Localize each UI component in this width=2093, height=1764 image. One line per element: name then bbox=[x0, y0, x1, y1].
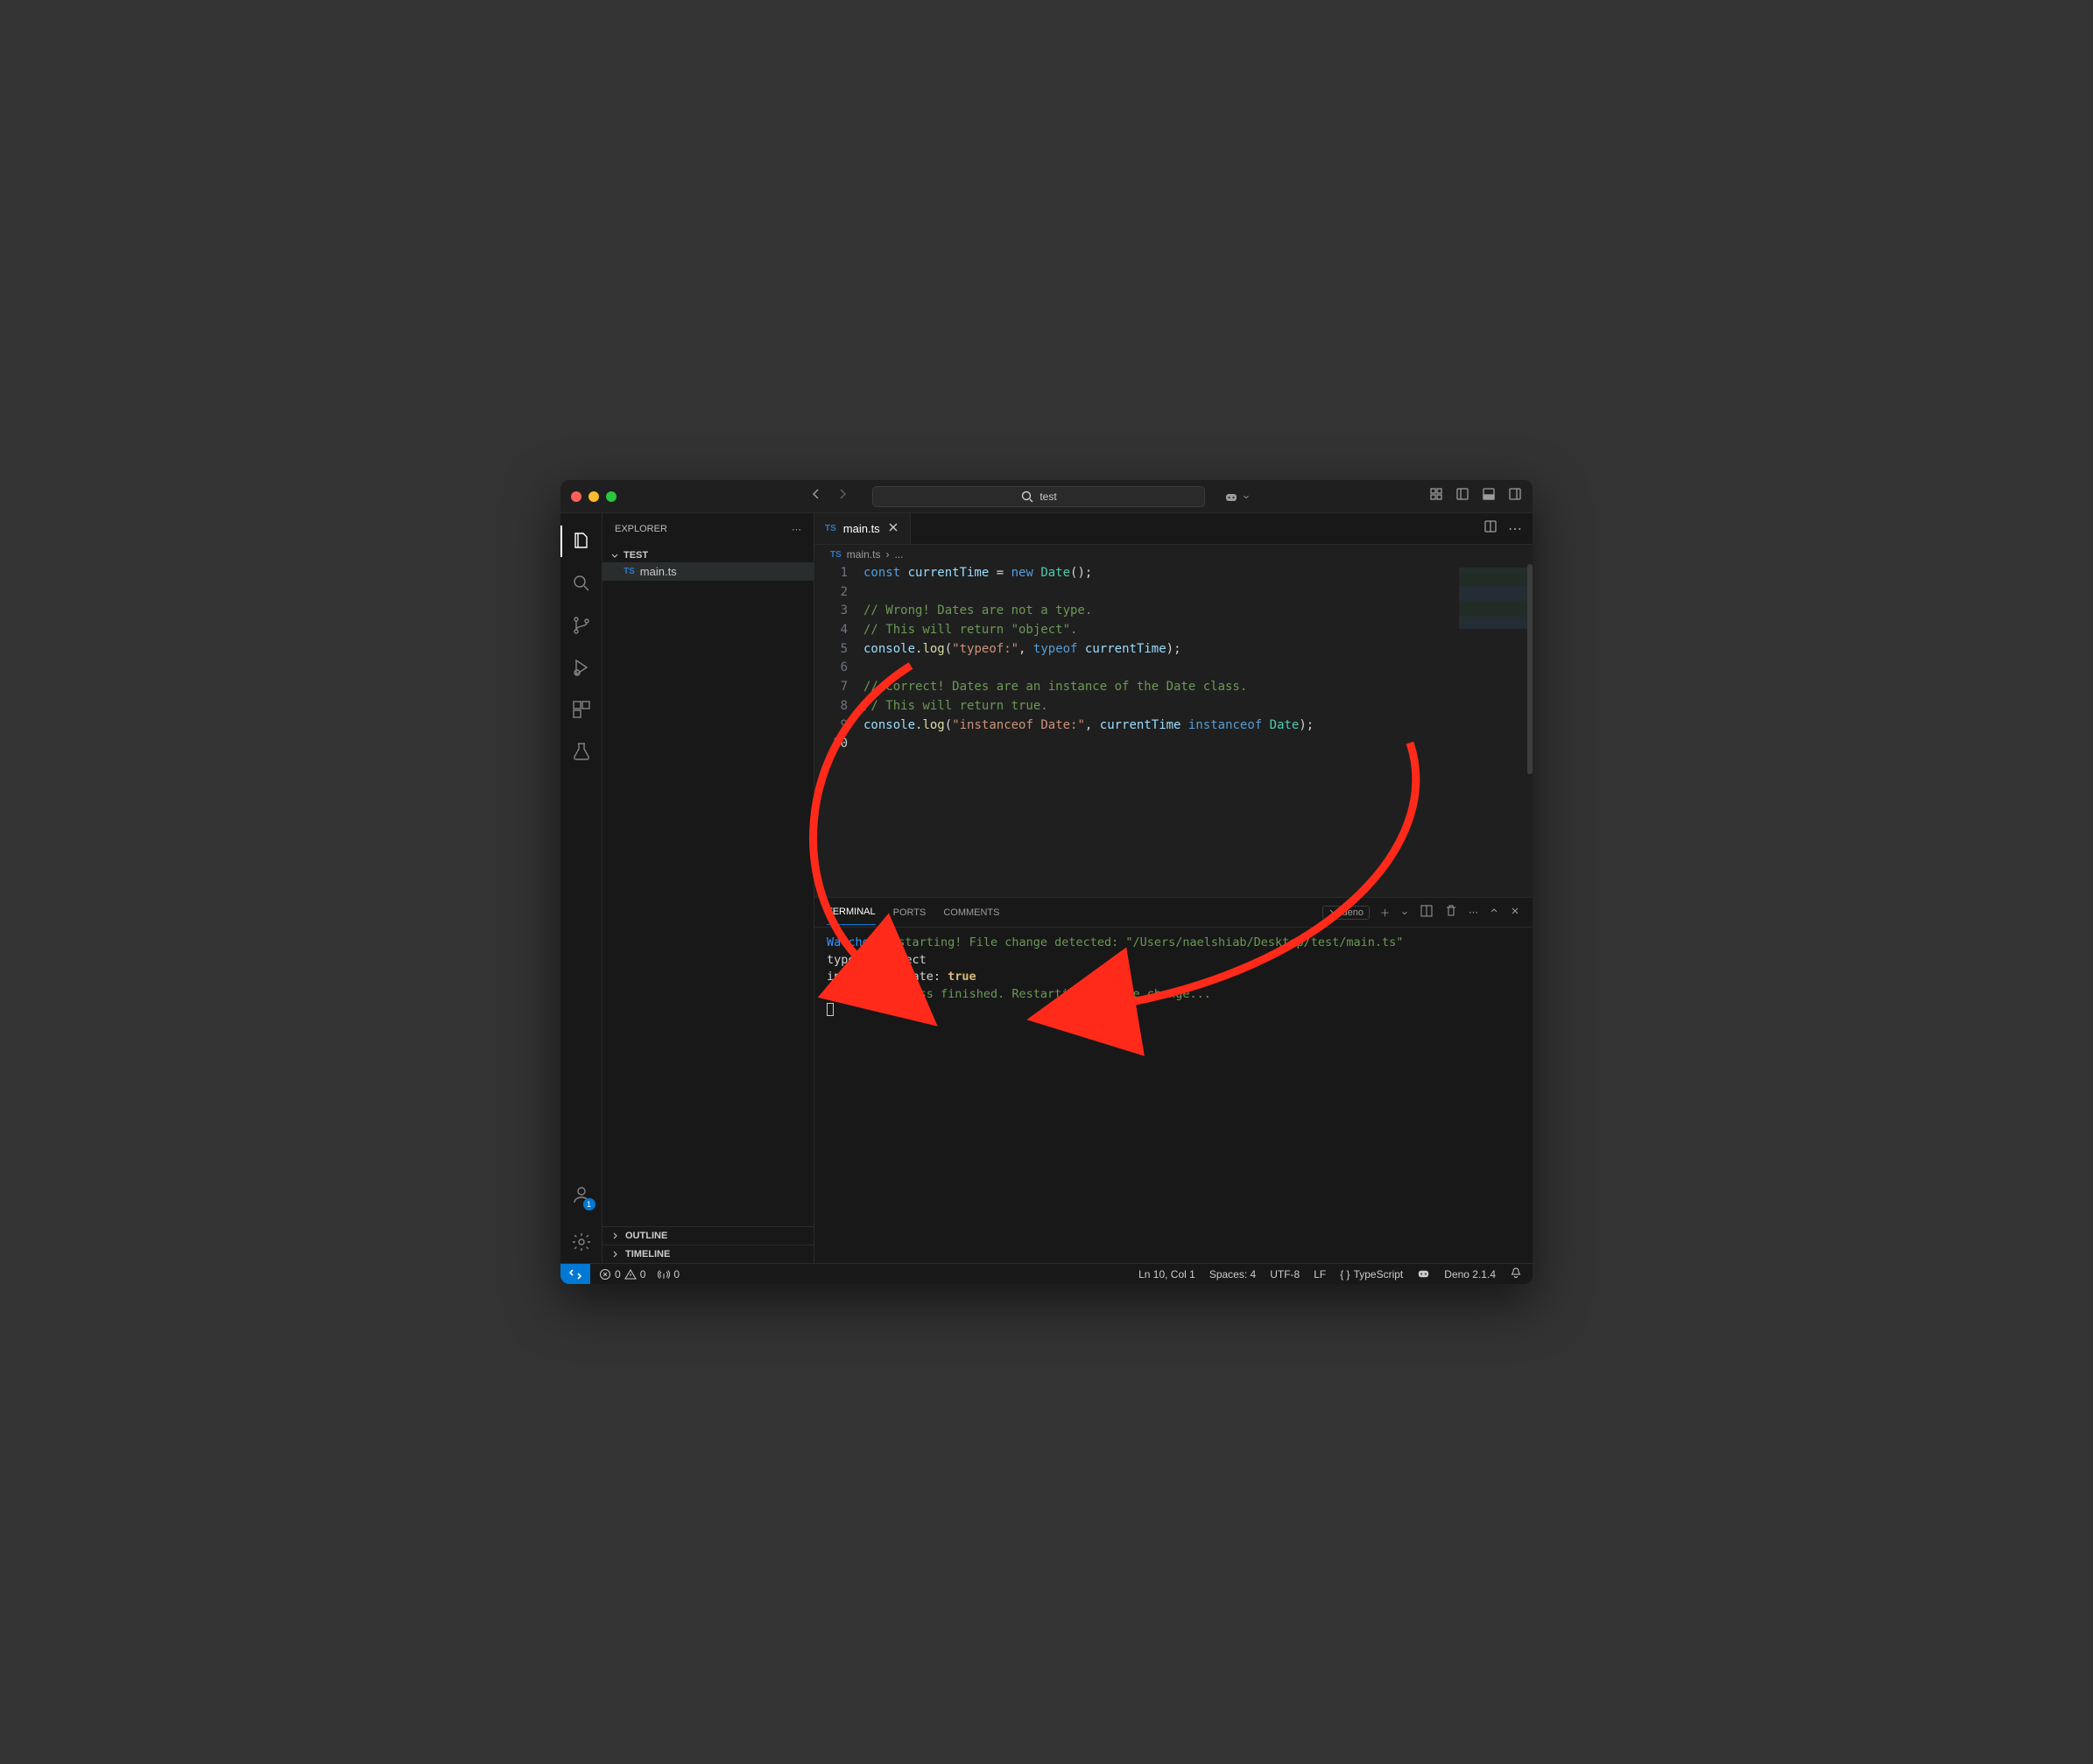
terminal-output[interactable]: Watcher Restarting! File change detected… bbox=[814, 928, 1533, 1263]
chevron-up-icon bbox=[1489, 906, 1499, 916]
close-tab-button[interactable] bbox=[887, 521, 899, 536]
status-language[interactable]: { } TypeScript bbox=[1340, 1268, 1403, 1281]
status-eol[interactable]: LF bbox=[1314, 1268, 1326, 1281]
editor-tabs: TS main.ts ⋯ bbox=[814, 513, 1533, 545]
close-window-button[interactable] bbox=[571, 491, 581, 502]
activity-extensions[interactable] bbox=[560, 688, 603, 730]
copilot-button[interactable] bbox=[1224, 490, 1251, 504]
titlebar: test bbox=[560, 480, 1533, 513]
tab-main-ts[interactable]: TS main.ts bbox=[814, 513, 911, 544]
files-icon bbox=[571, 531, 592, 552]
gear-icon bbox=[571, 1231, 592, 1252]
remote-icon bbox=[568, 1267, 582, 1281]
trash-icon bbox=[1444, 904, 1458, 918]
chevron-down-icon bbox=[1242, 492, 1251, 501]
search-text: test bbox=[1039, 490, 1056, 503]
editor-group: TS main.ts ⋯ TS main.ts › ... bbox=[814, 513, 1533, 1263]
nav-forward-button[interactable] bbox=[835, 487, 849, 505]
outline-section[interactable]: OUTLINE bbox=[603, 1226, 814, 1245]
terminal-cursor bbox=[827, 1003, 834, 1016]
window-controls bbox=[571, 491, 617, 502]
status-runtime[interactable]: Deno 2.1.4 bbox=[1444, 1268, 1496, 1281]
file-item-main-ts[interactable]: TS main.ts bbox=[603, 562, 814, 581]
bottom-panel: TERMINAL PORTS COMMENTS deno ＋ ⋯ bbox=[814, 897, 1533, 1263]
toggle-secondary-sidebar-icon[interactable] bbox=[1508, 487, 1522, 505]
nav-back-button[interactable] bbox=[809, 487, 823, 505]
panel-more-button[interactable]: ⋯ bbox=[1469, 907, 1478, 918]
bell-icon bbox=[1510, 1267, 1522, 1279]
sidebar-more-button[interactable]: ⋯ bbox=[792, 524, 801, 535]
activity-testing[interactable] bbox=[560, 730, 603, 773]
panel-tab-comments[interactable]: COMMENTS bbox=[943, 900, 999, 925]
close-icon bbox=[1510, 906, 1520, 916]
chevron-down-icon[interactable] bbox=[1400, 908, 1409, 917]
timeline-section[interactable]: TIMELINE bbox=[603, 1245, 814, 1263]
git-branch-icon bbox=[571, 615, 592, 636]
ts-icon: TS bbox=[825, 524, 836, 533]
ts-icon: TS bbox=[830, 550, 842, 560]
activity-source-control[interactable] bbox=[560, 604, 603, 646]
minimap[interactable] bbox=[1459, 568, 1531, 629]
sidebar-title: EXPLORER bbox=[615, 524, 667, 534]
chevron-right-icon bbox=[610, 1249, 620, 1259]
vscode-window: test bbox=[560, 480, 1533, 1284]
maximize-panel-button[interactable] bbox=[1489, 906, 1499, 919]
minimize-window-button[interactable] bbox=[588, 491, 599, 502]
status-bar: 0 0 0 Ln 10, Col 1 Spaces: 4 UTF-8 LF { … bbox=[560, 1263, 1533, 1284]
chevron-down-icon bbox=[610, 550, 620, 561]
copilot-icon bbox=[1417, 1267, 1430, 1280]
ts-icon: TS bbox=[624, 567, 635, 576]
status-encoding[interactable]: UTF-8 bbox=[1270, 1268, 1300, 1281]
activity-accounts[interactable]: 1 bbox=[560, 1174, 603, 1216]
copilot-icon bbox=[1224, 490, 1238, 504]
command-center-search[interactable]: test bbox=[872, 486, 1205, 507]
extensions-icon bbox=[571, 699, 592, 720]
search-icon bbox=[571, 573, 592, 594]
activity-settings[interactable] bbox=[560, 1221, 603, 1263]
scrollbar-thumb[interactable] bbox=[1527, 564, 1533, 774]
status-notifications[interactable] bbox=[1510, 1267, 1522, 1281]
status-cursor-position[interactable]: Ln 10, Col 1 bbox=[1138, 1268, 1195, 1281]
activity-search[interactable] bbox=[560, 562, 603, 604]
panel-tab-ports[interactable]: PORTS bbox=[893, 900, 927, 925]
antenna-icon bbox=[658, 1268, 670, 1281]
toggle-sidebar-icon[interactable] bbox=[1455, 487, 1469, 505]
new-terminal-button[interactable]: ＋ bbox=[1380, 906, 1390, 920]
terminal-icon bbox=[1328, 907, 1339, 918]
split-editor-button[interactable] bbox=[1483, 519, 1498, 538]
warning-icon bbox=[624, 1268, 637, 1281]
close-panel-button[interactable] bbox=[1510, 906, 1520, 919]
status-problems[interactable]: 0 0 bbox=[599, 1268, 645, 1281]
search-icon bbox=[1020, 490, 1034, 504]
account-badge: 1 bbox=[583, 1198, 595, 1210]
explorer-sidebar: EXPLORER ⋯ TEST TS main.ts OUTLINE bbox=[603, 513, 814, 1263]
status-indentation[interactable]: Spaces: 4 bbox=[1209, 1268, 1256, 1281]
close-icon bbox=[887, 521, 899, 533]
editor-more-button[interactable]: ⋯ bbox=[1508, 520, 1522, 538]
beaker-icon bbox=[571, 741, 592, 762]
status-copilot[interactable] bbox=[1417, 1267, 1430, 1282]
remote-button[interactable] bbox=[560, 1264, 590, 1284]
breadcrumb[interactable]: TS main.ts › ... bbox=[814, 545, 1533, 564]
chevron-right-icon bbox=[610, 1231, 620, 1241]
folder-header[interactable]: TEST bbox=[603, 548, 814, 562]
activity-explorer[interactable] bbox=[560, 520, 603, 562]
layout-grid-icon[interactable] bbox=[1429, 487, 1443, 505]
toggle-panel-icon[interactable] bbox=[1482, 487, 1496, 505]
terminal-shell-selector[interactable]: deno bbox=[1322, 906, 1370, 920]
error-icon bbox=[599, 1268, 611, 1281]
kill-terminal-button[interactable] bbox=[1444, 904, 1458, 921]
activity-run-debug[interactable] bbox=[560, 646, 603, 688]
braces-icon: { } bbox=[1340, 1268, 1350, 1281]
play-bug-icon bbox=[571, 657, 592, 678]
split-terminal-button[interactable] bbox=[1420, 904, 1434, 921]
code-editor[interactable]: 1const currentTime = new Date(); 2 3// W… bbox=[814, 564, 1533, 897]
activity-bar: 1 bbox=[560, 513, 603, 1263]
panel-tab-terminal[interactable]: TERMINAL bbox=[827, 900, 876, 925]
maximize-window-button[interactable] bbox=[606, 491, 617, 502]
status-ports[interactable]: 0 bbox=[658, 1268, 680, 1281]
